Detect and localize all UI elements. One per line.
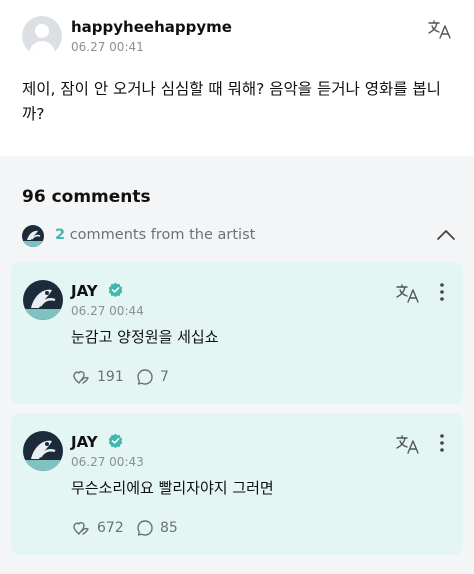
artist-comment-card: JAY 06.27 00:43 무슨소리에요 빨리자야지 그러면 672 85	[11, 413, 463, 555]
comment-author[interactable]: JAY	[71, 433, 98, 451]
comment-author[interactable]: JAY	[71, 282, 98, 300]
like-count: 672	[97, 520, 124, 536]
comment-timestamp: 06.27 00:44	[71, 304, 144, 318]
reply-icon	[137, 369, 153, 385]
like-count: 191	[97, 369, 124, 385]
user-avatar[interactable]	[22, 16, 62, 56]
artist-comments-label: 2 comments from the artist	[55, 227, 256, 243]
translate-icon[interactable]	[427, 18, 453, 40]
reply-count: 7	[160, 369, 169, 385]
more-icon[interactable]	[439, 433, 445, 453]
artist-comments-toggle[interactable]: 2 comments from the artist	[22, 224, 456, 248]
more-icon[interactable]	[439, 282, 445, 302]
comment-avatar[interactable]	[23, 431, 63, 471]
post-text: 제이, 잠이 안 오거나 심심할 때 뭐해? 음악을 듣거나 영화를 봅니까?	[22, 80, 441, 123]
comments-count: 96 comments	[22, 187, 151, 207]
comment-text: 무슨소리에요 빨리자야지 그러면	[71, 479, 274, 497]
translate-icon[interactable]	[395, 282, 421, 304]
post: happyheehappyme 06.27 00:41 제이, 잠이 안 오거나…	[0, 0, 474, 156]
artist-avatar	[22, 225, 44, 247]
comment-avatar[interactable]	[23, 280, 63, 320]
post-username[interactable]: happyheehappyme	[71, 18, 232, 36]
comment-timestamp: 06.27 00:43	[71, 455, 144, 469]
like-icon	[73, 371, 89, 384]
chevron-up-icon[interactable]	[436, 228, 456, 242]
like-icon	[73, 522, 89, 535]
translate-icon[interactable]	[395, 433, 421, 455]
verified-badge-icon	[108, 282, 123, 297]
comment-text: 눈감고 양정원을 세십쇼	[71, 328, 219, 346]
post-timestamp: 06.27 00:41	[71, 40, 144, 54]
reply-icon	[137, 520, 153, 536]
artist-comment-card: JAY 06.27 00:44 눈감고 양정원을 세십쇼 191 7	[11, 262, 463, 404]
reply-count: 85	[160, 520, 178, 536]
verified-badge-icon	[108, 433, 123, 448]
